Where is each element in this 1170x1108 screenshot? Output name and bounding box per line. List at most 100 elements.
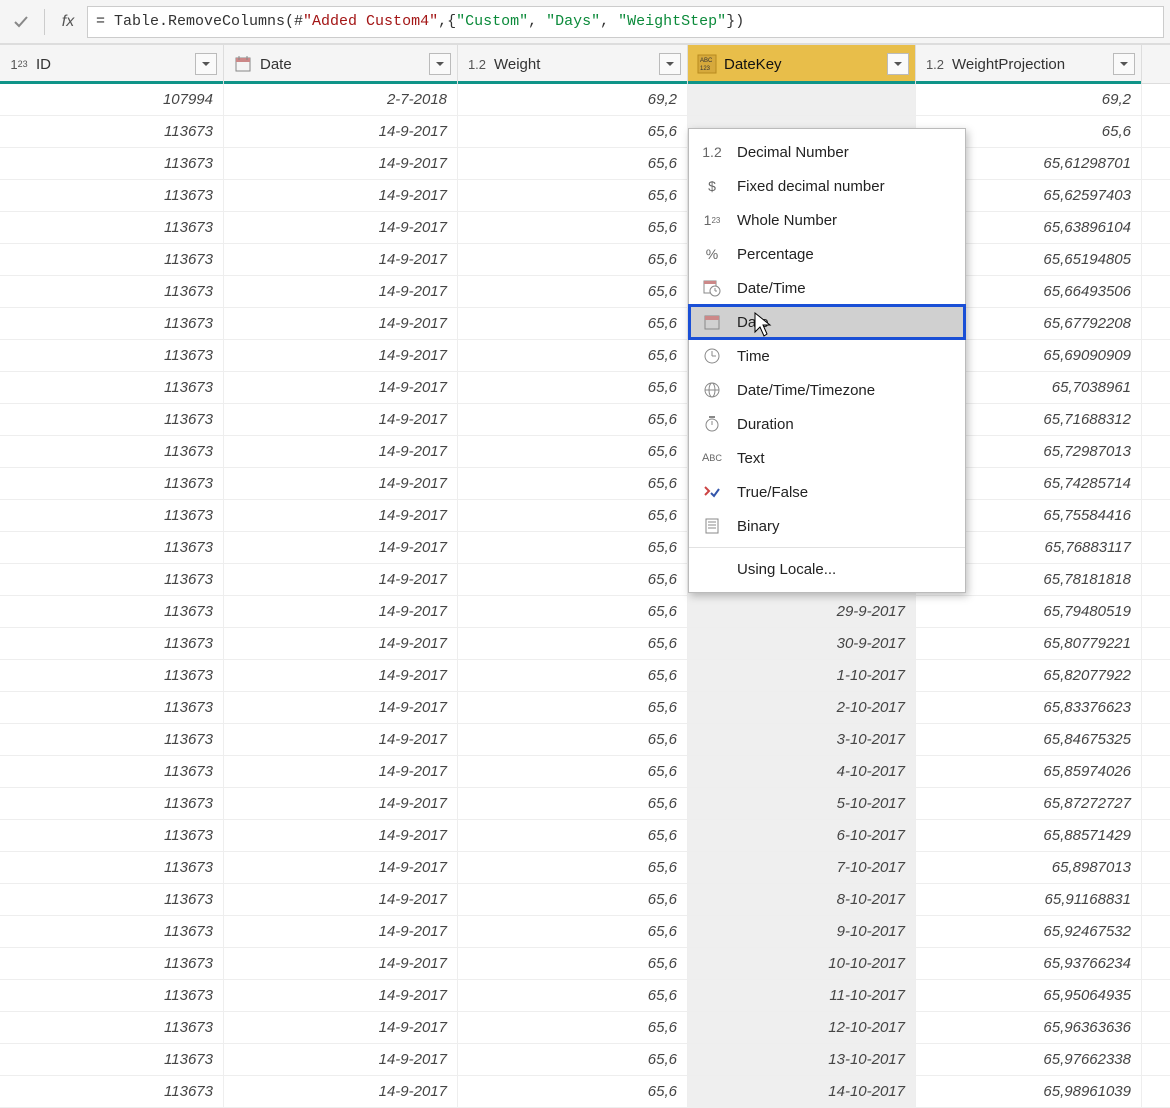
- table-row[interactable]: 11367314-9-201765,63-10-201765,84675325: [0, 724, 1170, 756]
- cell[interactable]: 113673: [0, 212, 224, 243]
- cell[interactable]: 113673: [0, 916, 224, 947]
- cell[interactable]: 14-9-2017: [224, 692, 458, 723]
- table-row[interactable]: 11367314-9-201765,665,61298701: [0, 148, 1170, 180]
- cell[interactable]: 113673: [0, 596, 224, 627]
- cell[interactable]: 113673: [0, 404, 224, 435]
- menu-item-locale[interactable]: Using Locale...: [689, 552, 965, 586]
- cell[interactable]: 65,80779221: [916, 628, 1142, 659]
- cell[interactable]: 14-9-2017: [224, 244, 458, 275]
- cell[interactable]: 65,6: [458, 276, 688, 307]
- table-row[interactable]: 11367314-9-201765,665,66493506: [0, 276, 1170, 308]
- cell[interactable]: 2-7-2018: [224, 84, 458, 115]
- cell[interactable]: 65,6: [458, 148, 688, 179]
- table-row[interactable]: 11367314-9-201765,665,7038961: [0, 372, 1170, 404]
- column-header-weightprojection[interactable]: 1.2 WeightProjection: [916, 45, 1142, 83]
- table-row[interactable]: 11367314-9-201765,665,72987013: [0, 436, 1170, 468]
- cell[interactable]: 14-9-2017: [224, 148, 458, 179]
- cell[interactable]: 113673: [0, 148, 224, 179]
- formula-accept-button[interactable]: [6, 7, 36, 37]
- cell[interactable]: 14-9-2017: [224, 468, 458, 499]
- menu-item-whole[interactable]: 123Whole Number: [689, 203, 965, 237]
- cell[interactable]: 113673: [0, 1012, 224, 1043]
- table-row[interactable]: 11367314-9-201765,64-10-201765,85974026: [0, 756, 1170, 788]
- cell[interactable]: 113673: [0, 788, 224, 819]
- cell[interactable]: 65,6: [458, 884, 688, 915]
- cell[interactable]: 14-9-2017: [224, 628, 458, 659]
- cell[interactable]: 65,6: [458, 788, 688, 819]
- cell[interactable]: 65,97662338: [916, 1044, 1142, 1075]
- cell[interactable]: 14-9-2017: [224, 436, 458, 467]
- cell[interactable]: 69,2: [458, 84, 688, 115]
- column-filter-button[interactable]: [659, 53, 681, 75]
- cell[interactable]: 65,93766234: [916, 948, 1142, 979]
- cell[interactable]: 113673: [0, 244, 224, 275]
- cell[interactable]: 2-10-2017: [688, 692, 916, 723]
- cell[interactable]: 107994: [0, 84, 224, 115]
- cell[interactable]: 65,87272727: [916, 788, 1142, 819]
- cell[interactable]: 4-10-2017: [688, 756, 916, 787]
- cell[interactable]: 65,6: [458, 596, 688, 627]
- cell[interactable]: 14-9-2017: [224, 1012, 458, 1043]
- table-row[interactable]: 1079942-7-201869,269,2: [0, 84, 1170, 116]
- cell[interactable]: 65,6: [458, 948, 688, 979]
- column-header-weight[interactable]: 1.2 Weight: [458, 45, 688, 83]
- decimal-type-icon[interactable]: 1.2: [924, 53, 946, 75]
- cell[interactable]: 113673: [0, 1076, 224, 1107]
- table-row[interactable]: 11367314-9-201765,665,75584416: [0, 500, 1170, 532]
- cell[interactable]: 113673: [0, 820, 224, 851]
- cell[interactable]: 65,6: [458, 1044, 688, 1075]
- table-row[interactable]: 11367314-9-201765,614-10-201765,98961039: [0, 1076, 1170, 1108]
- cell[interactable]: 113673: [0, 628, 224, 659]
- table-row[interactable]: 11367314-9-201765,665,62597403: [0, 180, 1170, 212]
- cell[interactable]: 14-9-2017: [224, 948, 458, 979]
- cell[interactable]: 65,95064935: [916, 980, 1142, 1011]
- cell[interactable]: 65,6: [458, 916, 688, 947]
- menu-item-fixed[interactable]: $Fixed decimal number: [689, 169, 965, 203]
- table-row[interactable]: 11367314-9-201765,66-10-201765,88571429: [0, 820, 1170, 852]
- cell[interactable]: 14-9-2017: [224, 756, 458, 787]
- cell[interactable]: 14-9-2017: [224, 116, 458, 147]
- cell[interactable]: 65,83376623: [916, 692, 1142, 723]
- table-row[interactable]: 11367314-9-201765,611-10-201765,95064935: [0, 980, 1170, 1012]
- cell[interactable]: 1-10-2017: [688, 660, 916, 691]
- cell[interactable]: 113673: [0, 436, 224, 467]
- table-row[interactable]: 11367314-9-201765,665,69090909: [0, 340, 1170, 372]
- table-row[interactable]: 11367314-9-201765,665,71688312: [0, 404, 1170, 436]
- cell[interactable]: 69,2: [916, 84, 1142, 115]
- cell[interactable]: 65,6: [458, 1012, 688, 1043]
- cell[interactable]: 13-10-2017: [688, 1044, 916, 1075]
- cell[interactable]: 65,92467532: [916, 916, 1142, 947]
- table-row[interactable]: 11367314-9-201765,68-10-201765,91168831: [0, 884, 1170, 916]
- cell[interactable]: 65,6: [458, 564, 688, 595]
- column-filter-button[interactable]: [887, 53, 909, 75]
- cell[interactable]: 113673: [0, 660, 224, 691]
- table-row[interactable]: 11367314-9-201765,665,67792208: [0, 308, 1170, 340]
- menu-item-binary[interactable]: Binary: [689, 509, 965, 543]
- cell[interactable]: 65,8987013: [916, 852, 1142, 883]
- cell[interactable]: 14-9-2017: [224, 308, 458, 339]
- cell[interactable]: 14-9-2017: [224, 372, 458, 403]
- cell[interactable]: 14-9-2017: [224, 340, 458, 371]
- column-header-id[interactable]: 123 ID: [0, 45, 224, 83]
- menu-item-percentage[interactable]: %Percentage: [689, 237, 965, 271]
- cell[interactable]: 113673: [0, 724, 224, 755]
- cell[interactable]: 113673: [0, 532, 224, 563]
- table-row[interactable]: 11367314-9-201765,665,63896104: [0, 212, 1170, 244]
- cell[interactable]: 14-10-2017: [688, 1076, 916, 1107]
- decimal-type-icon[interactable]: 1.2: [466, 53, 488, 75]
- column-filter-button[interactable]: [195, 53, 217, 75]
- cell[interactable]: 14-9-2017: [224, 916, 458, 947]
- cell[interactable]: 65,79480519: [916, 596, 1142, 627]
- cell[interactable]: 65,6: [458, 468, 688, 499]
- table-row[interactable]: 11367314-9-201765,665,74285714: [0, 468, 1170, 500]
- table-row[interactable]: 11367314-9-201765,61-10-201765,82077922: [0, 660, 1170, 692]
- cell[interactable]: 14-9-2017: [224, 532, 458, 563]
- menu-item-datetime[interactable]: Date/Time: [689, 271, 965, 305]
- cell[interactable]: 14-9-2017: [224, 500, 458, 531]
- table-row[interactable]: 11367314-9-201765,67-10-201765,8987013: [0, 852, 1170, 884]
- table-row[interactable]: 11367314-9-201765,610-10-201765,93766234: [0, 948, 1170, 980]
- menu-item-text[interactable]: ABCText: [689, 441, 965, 475]
- cell[interactable]: 14-9-2017: [224, 980, 458, 1011]
- column-header-datekey[interactable]: ABC123 DateKey: [688, 45, 916, 83]
- cell[interactable]: 65,6: [458, 628, 688, 659]
